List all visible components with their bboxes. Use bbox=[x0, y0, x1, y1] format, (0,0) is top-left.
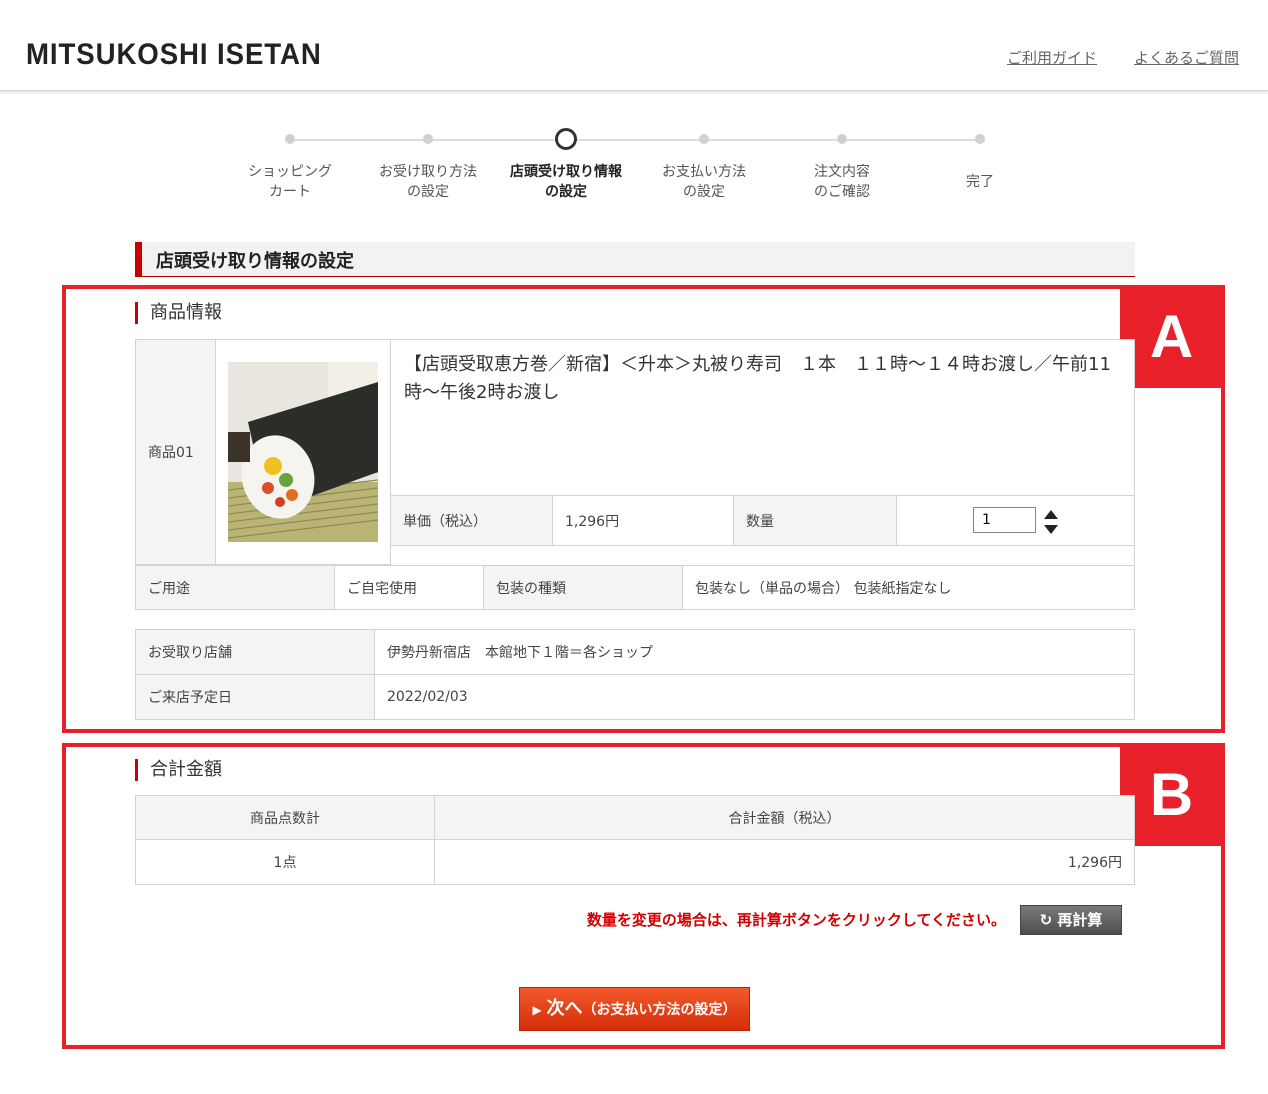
wrap-value: 包装なし（単品の場合） 包装紙指定なし bbox=[695, 580, 952, 597]
date-value-cell: 2022/02/03 bbox=[374, 674, 1135, 720]
next-sublabel: （お支払い方法の設定） bbox=[582, 1002, 737, 1018]
steps-line bbox=[290, 139, 980, 141]
quantity-stepper-icon[interactable] bbox=[1043, 508, 1059, 536]
count-header-cell: 商品点数計 bbox=[135, 795, 435, 840]
total-heading: 合計金額 bbox=[135, 759, 222, 781]
step-dot bbox=[699, 134, 709, 144]
product-name[interactable]: 【店頭受取恵方巻／新宿】＜升本＞丸被り寿司 １本 １１時～１４時お渡し／午前11… bbox=[404, 351, 1124, 407]
usage-value: ご自宅使用 bbox=[347, 580, 417, 597]
count-value-cell: 1点 bbox=[135, 839, 435, 885]
wrap-label: 包装の種類 bbox=[496, 580, 566, 597]
refresh-icon: ↻ bbox=[1039, 911, 1053, 929]
step-label: お受け取り方法 の設定 bbox=[379, 164, 477, 200]
page-heading: 店頭受け取り情報の設定 bbox=[135, 242, 1135, 277]
site-logo[interactable]: MITSUKOSHI ISETAN bbox=[26, 38, 322, 72]
badge-b: B bbox=[1120, 743, 1223, 846]
play-arrow-icon: ▶ bbox=[532, 1003, 542, 1017]
recalc-label: 再計算 bbox=[1057, 911, 1103, 929]
count-header: 商品点数計 bbox=[250, 810, 320, 827]
site-header: MITSUKOSHI ISETAN ご利用ガイド よくあるご質問 bbox=[0, 0, 1268, 91]
faq-link[interactable]: よくあるご質問 bbox=[1134, 47, 1239, 68]
date-value: 2022/02/03 bbox=[387, 689, 468, 705]
total-header-cell: 合計金額（税込） bbox=[434, 795, 1135, 840]
total-value: 1,296円 bbox=[1067, 855, 1122, 871]
quantity-label: 数量 bbox=[746, 513, 774, 530]
count-value: 1点 bbox=[273, 855, 297, 871]
unit-price-label-cell: 単価（税込） bbox=[390, 495, 553, 546]
page-title: 店頭受け取り情報の設定 bbox=[156, 251, 354, 272]
recalc-button[interactable]: ↻ 再計算 bbox=[1020, 905, 1122, 935]
unit-price-cell: 1,296円 bbox=[552, 495, 734, 546]
item-number: 商品01 bbox=[148, 445, 194, 461]
next-label: 次へ bbox=[546, 998, 583, 1019]
product-spacer-cell bbox=[390, 545, 1135, 566]
wrap-value-cell: 包装なし（単品の場合） 包装紙指定なし bbox=[682, 565, 1135, 610]
product-info-heading: 商品情報 bbox=[135, 302, 222, 324]
unit-price: 1,296円 bbox=[565, 513, 620, 530]
store-label: お受取り店舗 bbox=[148, 645, 232, 661]
next-button[interactable]: ▶ 次へ（お支払い方法の設定） bbox=[519, 987, 750, 1031]
product-image[interactable] bbox=[228, 362, 378, 542]
step-label: お支払い方法 の設定 bbox=[662, 164, 746, 200]
step-label: 注文内容 のご確認 bbox=[814, 164, 870, 200]
quantity-label-cell: 数量 bbox=[733, 495, 897, 546]
step-label: 完了 bbox=[966, 174, 994, 190]
total-header: 合計金額（税込） bbox=[728, 810, 841, 827]
usage-label-cell: ご用途 bbox=[135, 565, 335, 610]
step-dot bbox=[837, 134, 847, 144]
store-value-cell: 伊勢丹新宿店 本館地下１階＝各ショップ bbox=[374, 629, 1135, 675]
checkout-steps: ショッピング カート お受け取り方法 の設定 店頭受け取り情報 の設定 お支払い方法の… bbox=[0, 110, 1268, 220]
step-dot bbox=[423, 134, 433, 144]
quantity-input[interactable] bbox=[973, 507, 1036, 533]
total-value-cell: 1,296円 bbox=[434, 839, 1135, 885]
guide-link[interactable]: ご利用ガイド bbox=[1007, 47, 1097, 68]
date-label: ご来店予定日 bbox=[148, 690, 232, 706]
unit-price-label: 単価（税込） bbox=[403, 513, 487, 530]
recalc-warning: 数量を変更の場合は、再計算ボタンをクリックしてください。 bbox=[586, 911, 1006, 929]
badge-a: A bbox=[1120, 285, 1223, 388]
store-label-cell: お受取り店舗 bbox=[135, 629, 375, 675]
date-label-cell: ご来店予定日 bbox=[135, 674, 375, 720]
step-dot bbox=[285, 134, 295, 144]
item-number-cell: 商品01 bbox=[135, 339, 216, 565]
step-current-dot bbox=[555, 128, 577, 150]
step-label: 店頭受け取り情報 の設定 bbox=[510, 164, 622, 200]
store-value: 伊勢丹新宿店 本館地下１階＝各ショップ bbox=[387, 645, 653, 661]
heading-accent-bar bbox=[135, 242, 142, 276]
step-dot bbox=[975, 134, 985, 144]
usage-label: ご用途 bbox=[148, 580, 190, 597]
usage-value-cell: ご自宅使用 bbox=[334, 565, 484, 610]
step-label: ショッピング カート bbox=[248, 164, 332, 200]
wrap-label-cell: 包装の種類 bbox=[483, 565, 683, 610]
